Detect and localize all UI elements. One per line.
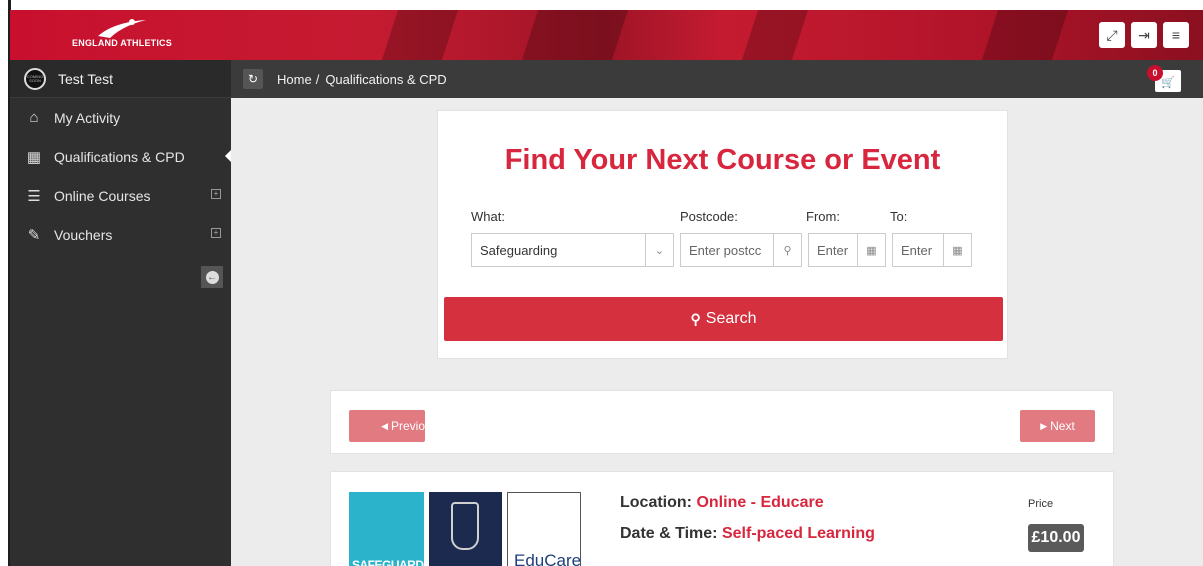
next-button-label: Next: [1050, 419, 1075, 433]
crest-image: [429, 492, 502, 566]
chevron-down-icon: ⌄: [645, 234, 673, 266]
course-location: Location: Online - Educare: [620, 494, 824, 512]
to-date-placeholder: Enter: [901, 242, 933, 258]
breadcrumb-separator: /: [315, 71, 320, 87]
course-card[interactable]: SAFEGUARDING EduCare Location: Online - …: [330, 471, 1114, 566]
what-label: What:: [471, 209, 505, 224]
to-label: To:: [890, 209, 908, 224]
search-button[interactable]: ⚲ Search: [444, 297, 1003, 341]
header-photo-streak: [981, 10, 1069, 60]
search-icon: ⚲: [690, 310, 701, 327]
datetime-value: Self-paced Learning: [721, 525, 875, 542]
header-photo-streak: [521, 10, 629, 60]
expand-icon[interactable]: +: [211, 189, 221, 199]
breadcrumb-home-link[interactable]: Home: [277, 72, 312, 87]
previous-button[interactable]: ◀ Previo: [349, 410, 425, 442]
calendar-icon: ▦: [857, 234, 885, 266]
menu-button[interactable]: ≡: [1163, 22, 1189, 48]
collapse-sidebar-button[interactable]: ←: [201, 266, 223, 288]
location-value: Online - Educare: [696, 494, 824, 511]
what-select-value: Safeguarding: [480, 242, 558, 258]
next-button[interactable]: ▶ Next: [1020, 410, 1095, 442]
sidebar-item-label: Online Courses: [54, 187, 151, 204]
safeguarding-image: SAFEGUARDING: [349, 492, 444, 566]
sidebar-item-online-courses[interactable]: ☰ Online Courses +: [10, 176, 231, 215]
what-select[interactable]: Safeguarding ⌄: [471, 233, 674, 267]
sidebar-item-label: My Activity: [54, 109, 121, 126]
cart-count-badge: 0: [1147, 65, 1163, 81]
location-label: Location:: [620, 494, 692, 511]
from-date-input[interactable]: Enter ▦: [808, 233, 886, 267]
logo-swoosh-icon: [98, 19, 146, 38]
sidebar: COMING SOON Test Test ⌂ My Activity ▦ Qu…: [10, 60, 231, 566]
sidebar-item-my-activity[interactable]: ⌂ My Activity: [10, 98, 231, 137]
step-forward-icon: ▶: [1040, 420, 1048, 431]
refresh-button[interactable]: ↻: [243, 69, 263, 89]
cart-icon: 🛒: [1161, 77, 1175, 89]
educare-logo: EduCare: [507, 492, 581, 566]
main-content: Find Your Next Course or Event What: Pos…: [231, 98, 1203, 566]
fullscreen-button[interactable]: ⤢: [1099, 22, 1125, 48]
search-title: Find Your Next Course or Event: [504, 144, 941, 176]
search-button-label: Search: [705, 310, 757, 327]
results-pager: ◀ Previo ▶ Next: [330, 390, 1114, 454]
from-date-placeholder: Enter: [817, 242, 849, 258]
arrow-left-circle-icon: ←: [205, 270, 219, 284]
datetime-label: Date & Time:: [620, 525, 718, 542]
calendar-icon: ▦: [943, 234, 971, 266]
from-label: From:: [806, 209, 840, 224]
to-date-input[interactable]: Enter ▦: [892, 233, 972, 267]
course-search-panel: Find Your Next Course or Event What: Pos…: [437, 110, 1008, 359]
menu-icon: ≡: [1171, 27, 1181, 43]
crest-icon: [451, 502, 479, 550]
england-athletics-logo[interactable]: ENGLAND ATHLETICS: [62, 16, 182, 56]
refresh-icon: ↻: [247, 72, 259, 86]
course-datetime: Date & Time: Self-paced Learning: [620, 525, 875, 543]
logout-button[interactable]: ⇥: [1131, 22, 1157, 48]
price-badge: £10.00: [1028, 524, 1084, 552]
sidebar-item-qualifications[interactable]: ▦ Qualifications & CPD: [10, 137, 231, 176]
expand-icon[interactable]: +: [211, 228, 221, 238]
home-icon: ⌂: [29, 109, 39, 126]
header-photo-streak: [381, 10, 459, 60]
step-backward-icon: ◀: [381, 420, 388, 431]
user-profile[interactable]: COMING SOON Test Test: [10, 60, 231, 98]
user-name: Test Test: [58, 70, 113, 87]
logo-text: ENGLAND ATHLETICS: [72, 38, 172, 48]
postcode-label: Postcode:: [680, 209, 738, 224]
breadcrumb-bar: ↻ Home / Qualifications & CPD 🛒 0: [231, 60, 1203, 98]
logout-icon: ⇥: [1138, 26, 1150, 43]
fullscreen-icon: ⤢: [1106, 26, 1118, 43]
avatar: COMING SOON: [24, 67, 46, 90]
tag-icon: ✎: [27, 226, 41, 244]
sidebar-item-label: Qualifications & CPD: [54, 148, 185, 165]
previous-button-label: Previo: [390, 419, 425, 433]
breadcrumb: Home / Qualifications & CPD: [277, 72, 447, 87]
sidebar-item-label: Vouchers: [54, 226, 113, 243]
top-header: ENGLAND ATHLETICS ⤢ ⇥ ≡: [10, 10, 1203, 60]
header-photo-streak: [741, 10, 809, 60]
sidebar-item-vouchers[interactable]: ✎ Vouchers +: [10, 215, 231, 254]
postcode-input[interactable]: Enter postcc ⚲: [680, 233, 802, 267]
list-icon: ☰: [27, 187, 41, 205]
price-label: Price: [1028, 498, 1054, 510]
educare-logo-text: EduCare: [514, 551, 582, 566]
breadcrumb-current: Qualifications & CPD: [325, 71, 447, 87]
calendar-icon: ▦: [26, 148, 42, 166]
postcode-placeholder: Enter postcc: [689, 242, 762, 258]
map-marker-icon: ⚲: [773, 234, 801, 266]
